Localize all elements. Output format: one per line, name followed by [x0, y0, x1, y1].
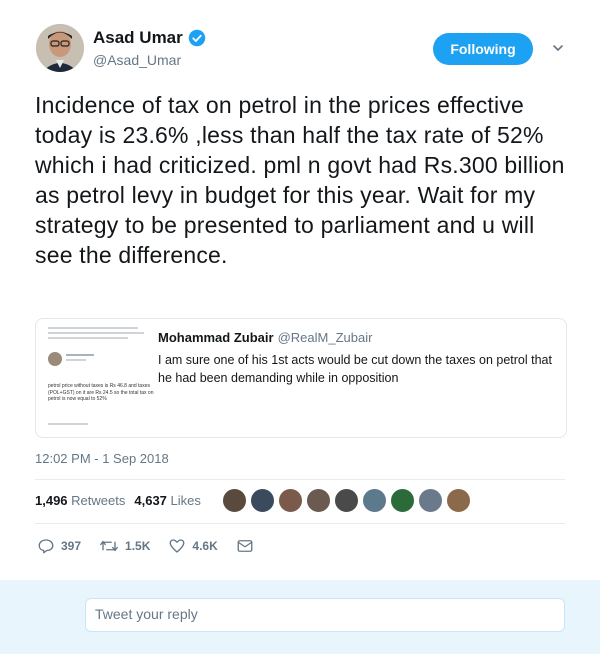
- likes-count[interactable]: 4,637: [134, 493, 167, 508]
- like-button[interactable]: 4.6K: [168, 537, 218, 555]
- like-count: 4.6K: [192, 539, 218, 553]
- author-name[interactable]: Asad Umar: [93, 28, 183, 48]
- quoted-author-row: Mohammad Zubair @RealM_Zubair: [158, 330, 372, 345]
- retweets-count[interactable]: 1,496: [35, 493, 68, 508]
- divider: [35, 479, 565, 480]
- quoted-image-text: petrol price without taxes is Rs 46.8 an…: [48, 383, 154, 402]
- reply-button[interactable]: 397: [37, 537, 81, 555]
- heart-icon: [169, 539, 185, 553]
- author-name-row[interactable]: Asad Umar: [93, 28, 206, 48]
- liker-avatar[interactable]: [250, 488, 275, 513]
- reply-icon: [38, 539, 54, 554]
- liker-avatars: [222, 488, 474, 513]
- tweet-actions: 397 1.5K 4.6K: [37, 537, 278, 555]
- quoted-tweet-image: petrol price without taxes is Rs 46.8 an…: [48, 325, 158, 433]
- author-handle[interactable]: @Asad_Umar: [93, 52, 181, 68]
- quoted-author-handle: @RealM_Zubair: [277, 330, 373, 345]
- quoted-author-name: Mohammad Zubair: [158, 330, 274, 345]
- liker-avatar[interactable]: [278, 488, 303, 513]
- quoted-image-avatar-icon: [48, 352, 62, 366]
- likes-label[interactable]: Likes: [171, 493, 201, 508]
- engagement-stats: 1,496 Retweets 4,637 Likes: [35, 493, 201, 508]
- verified-badge-icon: [188, 29, 206, 47]
- liker-avatar[interactable]: [222, 488, 247, 513]
- chevron-down-icon[interactable]: [552, 42, 564, 54]
- tweet-text: Incidence of tax on petrol in the prices…: [35, 92, 565, 268]
- following-button[interactable]: Following: [433, 33, 533, 65]
- envelope-icon: [237, 540, 253, 552]
- retweet-count: 1.5K: [125, 539, 151, 553]
- quoted-tweet-text: I am sure one of his 1st acts would be c…: [158, 353, 552, 385]
- reply-count: 397: [61, 539, 82, 553]
- quoted-tweet-card[interactable]: petrol price without taxes is Rs 46.8 an…: [35, 318, 567, 438]
- direct-message-button[interactable]: [236, 537, 260, 555]
- retweet-button[interactable]: 1.5K: [99, 537, 150, 555]
- liker-avatar[interactable]: [362, 488, 387, 513]
- liker-avatar[interactable]: [334, 488, 359, 513]
- liker-avatar[interactable]: [306, 488, 331, 513]
- retweets-label[interactable]: Retweets: [71, 493, 125, 508]
- tweet-timestamp[interactable]: 12:02 PM - 1 Sep 2018: [35, 451, 169, 466]
- liker-avatar[interactable]: [418, 488, 443, 513]
- retweet-icon: [100, 540, 118, 552]
- author-avatar[interactable]: [36, 24, 84, 72]
- liker-avatar[interactable]: [446, 488, 471, 513]
- divider: [35, 523, 565, 524]
- liker-avatar[interactable]: [390, 488, 415, 513]
- reply-placeholder: Tweet your reply: [95, 606, 198, 622]
